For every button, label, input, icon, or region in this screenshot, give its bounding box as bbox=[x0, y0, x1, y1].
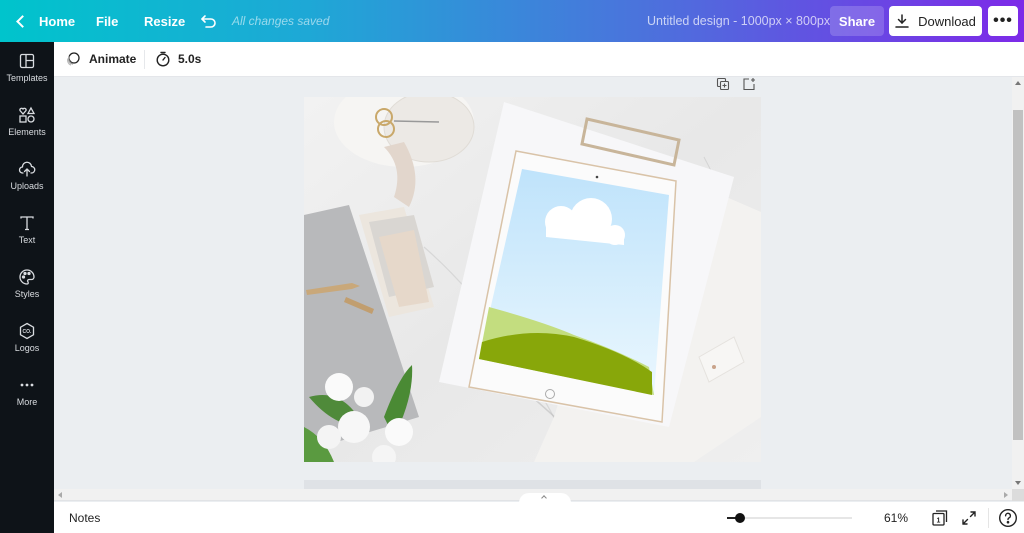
chevron-up-icon bbox=[541, 495, 547, 501]
add-page-icon[interactable] bbox=[742, 77, 756, 91]
chevron-left-icon bbox=[16, 14, 29, 28]
next-page-preview[interactable] bbox=[304, 480, 761, 489]
sidebar-item-label: Styles bbox=[14, 289, 40, 299]
more-options-button[interactable]: ••• bbox=[988, 6, 1018, 36]
editor-toolbar: Animate 5.0s bbox=[54, 42, 1024, 77]
share-button[interactable]: Share bbox=[830, 6, 884, 36]
svg-text:CO.: CO. bbox=[23, 329, 33, 335]
sidebar-item-text[interactable]: Text bbox=[0, 204, 54, 258]
scroll-up-arrow-icon[interactable] bbox=[1015, 81, 1021, 85]
animate-icon bbox=[67, 52, 80, 66]
bottom-bar: Notes 61% 1 bbox=[54, 502, 1024, 533]
sidebar-item-label: Logos bbox=[14, 343, 40, 353]
scroll-down-arrow-icon[interactable] bbox=[1015, 481, 1021, 485]
duration-button[interactable]: 5.0s bbox=[155, 51, 201, 67]
scrollbar-thumb[interactable] bbox=[1013, 110, 1023, 440]
page-tools bbox=[716, 77, 756, 91]
templates-icon bbox=[19, 53, 35, 69]
scroll-right-arrow-icon[interactable] bbox=[1004, 492, 1008, 498]
download-icon bbox=[895, 14, 909, 28]
logo-badge-icon: CO. bbox=[19, 322, 35, 340]
home-button[interactable]: Home bbox=[14, 0, 75, 42]
sidebar-item-label: Uploads bbox=[10, 181, 44, 191]
animate-label: Animate bbox=[89, 52, 137, 66]
fullscreen-icon[interactable] bbox=[961, 510, 977, 526]
scroll-left-arrow-icon[interactable] bbox=[58, 492, 62, 498]
undo-icon[interactable] bbox=[199, 11, 219, 31]
sidebar-item-uploads[interactable]: Uploads bbox=[0, 150, 54, 204]
save-status: All changes saved bbox=[232, 14, 330, 28]
sidebar-item-more[interactable]: More bbox=[0, 366, 54, 420]
more-dots-icon bbox=[20, 383, 34, 387]
sidebar-item-label: Elements bbox=[8, 127, 46, 137]
elements-icon bbox=[19, 106, 36, 123]
zoom-slider-handle[interactable] bbox=[734, 513, 745, 523]
notes-button[interactable]: Notes bbox=[69, 511, 100, 525]
text-icon bbox=[20, 216, 34, 231]
zoom-percent[interactable]: 61% bbox=[884, 511, 908, 525]
duration-value: 5.0s bbox=[178, 52, 202, 66]
duplicate-page-icon[interactable] bbox=[716, 77, 730, 91]
design-image[interactable] bbox=[304, 97, 761, 462]
bottom-divider bbox=[988, 508, 989, 528]
upload-cloud-icon bbox=[18, 161, 36, 177]
vertical-scrollbar[interactable] bbox=[1012, 77, 1024, 489]
download-button[interactable]: Download bbox=[889, 6, 982, 36]
sidebar-item-label: Templates bbox=[6, 73, 48, 83]
download-label: Download bbox=[918, 13, 976, 29]
file-menu-button[interactable]: File bbox=[96, 0, 118, 42]
sidebar-item-label: More bbox=[16, 397, 38, 407]
design-title[interactable]: Untitled design - 1000px × 800px bbox=[647, 0, 830, 42]
page-count: 1 bbox=[937, 518, 941, 525]
resize-button[interactable]: Resize bbox=[144, 0, 185, 42]
animate-button[interactable]: Animate bbox=[65, 51, 136, 67]
help-icon[interactable] bbox=[998, 508, 1018, 528]
home-label: Home bbox=[39, 13, 76, 29]
page-grid-icon[interactable]: 1 bbox=[931, 509, 949, 527]
timer-icon bbox=[156, 51, 170, 67]
sidebar-item-templates[interactable]: Templates bbox=[0, 42, 54, 96]
sidebar-item-elements[interactable]: Elements bbox=[0, 96, 54, 150]
top-bar: Home File Resize All changes saved Untit… bbox=[0, 0, 1024, 42]
scrollbar-corner bbox=[1012, 489, 1024, 501]
palette-icon bbox=[19, 269, 35, 285]
sidebar-item-styles[interactable]: Styles bbox=[0, 258, 54, 312]
zoom-slider[interactable] bbox=[727, 513, 852, 523]
toolbar-divider bbox=[144, 50, 145, 69]
sidebar-item-logos[interactable]: CO. Logos bbox=[0, 312, 54, 366]
canvas-area bbox=[54, 77, 1012, 489]
sidebar: Templates Elements Uploads Text Styles C… bbox=[0, 42, 54, 533]
design-page[interactable] bbox=[304, 97, 761, 462]
sidebar-item-label: Text bbox=[18, 235, 36, 245]
